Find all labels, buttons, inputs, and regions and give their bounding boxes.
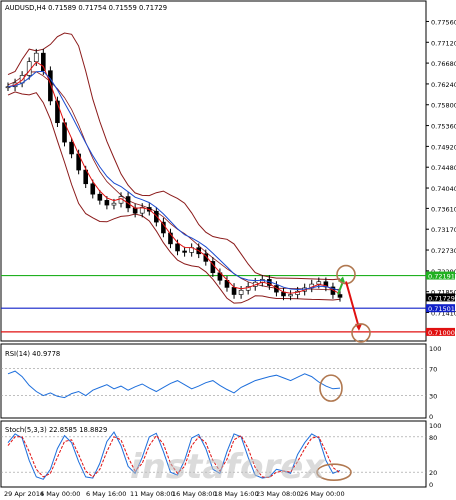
price-tick-label: 0.73170: [431, 226, 456, 234]
rsi-tick-label: 100: [429, 345, 441, 353]
candle-body: [48, 70, 53, 102]
price-tick-label: 0.74040: [431, 185, 456, 193]
rsi-title: RSI(14) 40.9778: [5, 350, 60, 358]
candle-body: [104, 200, 110, 206]
candle-body: [238, 289, 244, 295]
candle-body: [175, 243, 180, 252]
x-tick-label: 29 Apr 2016: [4, 490, 44, 498]
price-tick-label: 0.75360: [431, 123, 456, 131]
stoch-tick-label: 20: [429, 469, 437, 477]
price-tick-label: 0.76680: [431, 60, 456, 68]
x-tick-label: 26 May 00:00: [300, 490, 345, 498]
candle-body: [90, 183, 96, 195]
x-tick-label: 16 May 08:00: [172, 490, 217, 498]
price-tick-label: 0.74480: [431, 164, 456, 172]
chart-title: AUDUSD,H4 0.71589 0.71754 0.71559 0.7172…: [5, 4, 167, 12]
candle-body: [154, 210, 159, 223]
watermark-layer: instaforex: [130, 447, 326, 487]
x-tick-label: 6 May 16:00: [86, 490, 126, 498]
price-tick-label: 0.73610: [431, 205, 456, 213]
price-tick-label: 0.74920: [431, 143, 456, 151]
x-tick-label: 4 May 00:00: [40, 490, 80, 498]
candle-body: [337, 294, 343, 298]
stoch-tick-label: 100: [429, 422, 441, 430]
candle-body: [231, 287, 237, 295]
level-tag-label: 0.71501: [428, 305, 455, 313]
candle-body: [288, 294, 293, 297]
rsi-tick-label: 0: [429, 413, 433, 421]
candle-body: [316, 281, 322, 285]
stoch-tick-label: 80: [429, 434, 437, 442]
x-tick-label: 11 May 08:00: [130, 490, 175, 498]
rsi-tick-label: 70: [429, 365, 437, 373]
level-tag-label: 0.71000: [428, 329, 455, 337]
level-tag-label: 0.72191: [428, 273, 455, 281]
watermark-text: instaforex: [130, 447, 326, 487]
candle-body: [111, 202, 117, 206]
stoch-tick-label: 0: [429, 481, 433, 489]
stoch-title: Stoch(5,3,3) 22.8585 18.8829: [5, 426, 107, 434]
price-tick-label: 0.76240: [431, 81, 456, 89]
price-tick-label: 0.77560: [431, 18, 456, 26]
candle-body: [97, 193, 103, 201]
x-tick-label: 18 May 16:00: [214, 490, 259, 498]
x-tick-label: 23 May 08:00: [256, 490, 301, 498]
candle-body: [182, 250, 187, 253]
rsi-tick-label: 30: [429, 393, 437, 401]
candle-body: [69, 141, 74, 155]
candle-body: [33, 52, 39, 62]
price-tick-label: 0.72730: [431, 247, 456, 255]
candle-body: [41, 52, 46, 71]
price-tag-label: 0.71729: [428, 294, 455, 302]
trading-chart: 0.77560 0.77120 0.76680 0.76240 0.75800 0.753…: [0, 0, 456, 500]
price-tick-label: 0.75800: [431, 102, 456, 110]
price-tick-label: 0.77120: [431, 39, 456, 47]
